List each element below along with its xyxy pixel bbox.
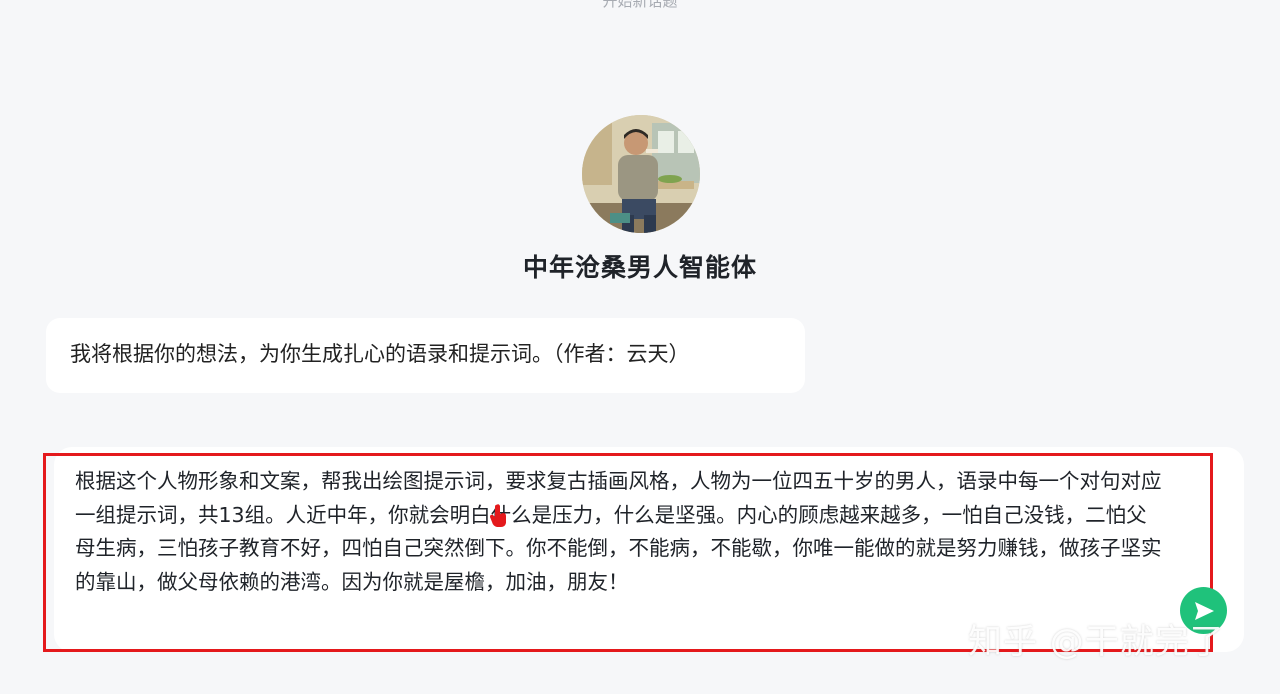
- message-input[interactable]: 根据这个人物形象和文案，帮我出绘图提示词，要求复古插画风格，人物为一位四五十岁的…: [75, 465, 1165, 599]
- hand-cursor-icon: [488, 503, 510, 533]
- send-arrow-icon: [1195, 602, 1214, 620]
- agent-name: 中年沧桑男人智能体: [522, 253, 757, 282]
- new-topic-hint[interactable]: 开始新话题: [0, 0, 1280, 10]
- watermark: 知乎 @干就完了: [968, 622, 1225, 662]
- agent-message-text: 我将根据你的想法，为你生成扎心的语录和提示词。（作者：云天）: [70, 342, 690, 366]
- agent-avatar: [582, 115, 700, 233]
- man-portrait-icon: [582, 115, 700, 233]
- agent-message-bubble: 我将根据你的想法，为你生成扎心的语录和提示词。（作者：云天）: [46, 318, 805, 393]
